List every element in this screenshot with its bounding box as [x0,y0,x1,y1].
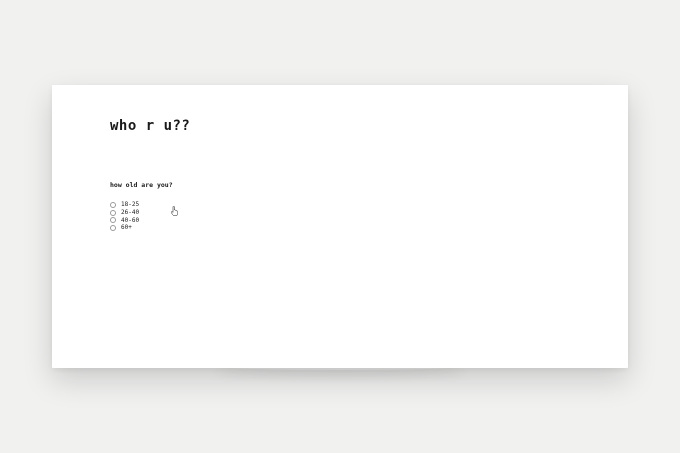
age-option-label: 60+ [121,224,132,232]
radio-button[interactable] [110,209,116,216]
age-question: how old are you? [110,181,173,189]
age-radio-group: 18-25 26-40 40-60 60+ [110,201,139,232]
age-option-26-40[interactable]: 26-40 [110,209,139,217]
page-content: who r u?? how old are you? 18-25 26-40 4… [110,85,628,368]
page-title: who r u?? [110,118,191,134]
age-option-40-60[interactable]: 40-60 [110,216,139,224]
age-option-label: 26-40 [121,209,140,217]
age-option-label: 40-60 [121,216,140,224]
radio-button[interactable] [110,201,116,208]
radio-button[interactable] [110,224,116,231]
radio-button[interactable] [110,217,116,224]
hand-pointer-icon [171,206,178,216]
browser-window: who r u?? how old are you? 18-25 26-40 4… [52,85,628,368]
age-option-18-25[interactable]: 18-25 [110,201,139,209]
age-option-label: 18-25 [121,201,140,209]
age-option-60-plus[interactable]: 60+ [110,224,139,232]
